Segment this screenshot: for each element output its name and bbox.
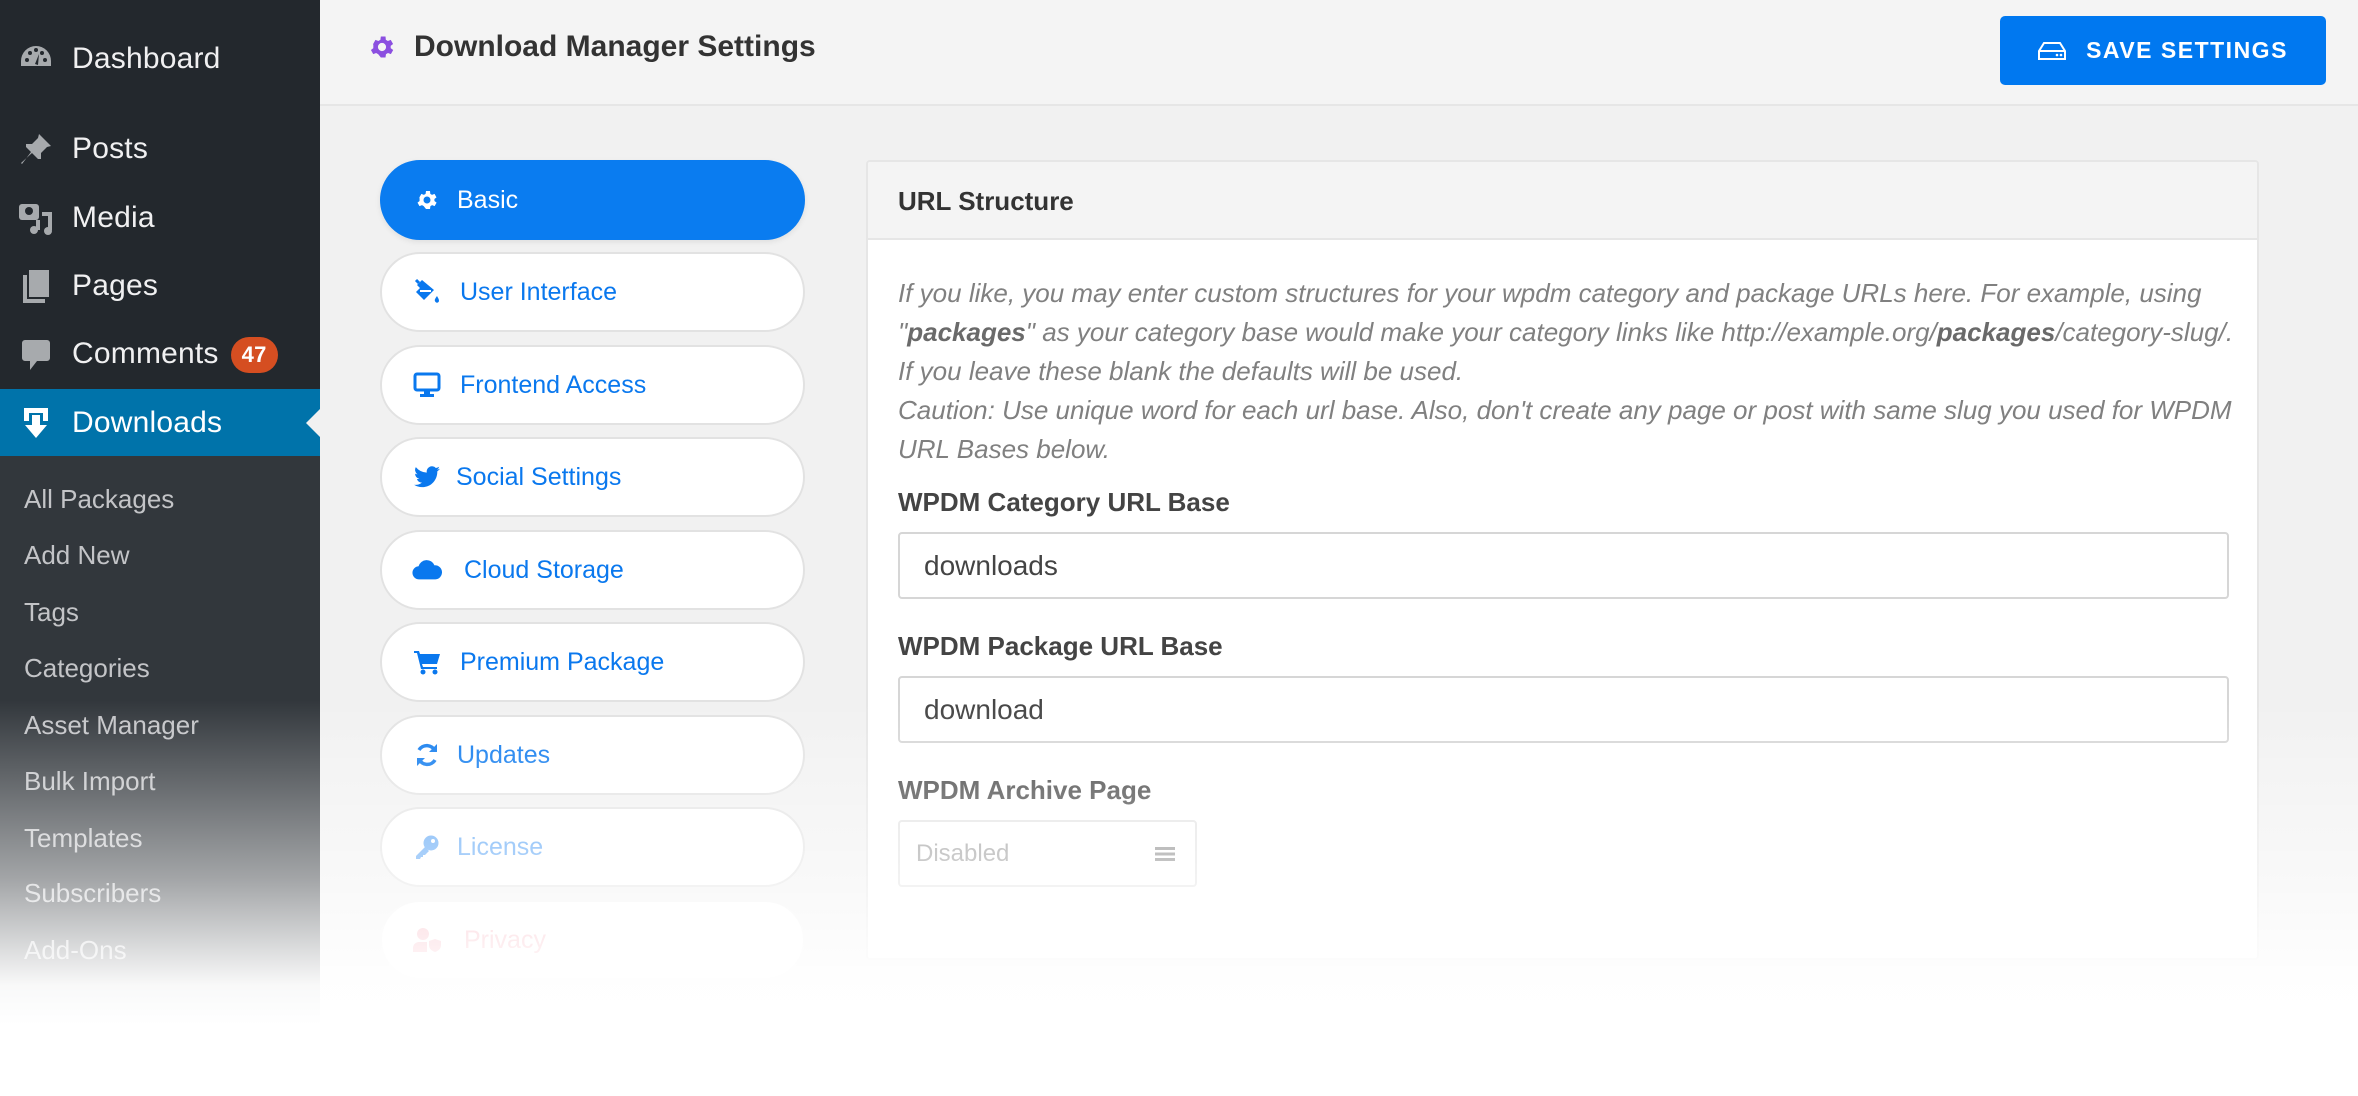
paint-bucket-icon (412, 277, 442, 307)
pin-icon (18, 131, 54, 167)
tab-frontend-access[interactable]: Frontend Access (380, 345, 805, 425)
tab-cloud-storage[interactable]: Cloud Storage (380, 530, 805, 610)
downloads-submenu: All Packages Add New Tags Categories Ass… (0, 456, 320, 1096)
caution-text: Caution: Use unique word for each url ba… (898, 395, 2232, 464)
sync-icon (412, 740, 442, 770)
package-base-label: WPDM Package URL Base (898, 631, 1223, 661)
hard-drive-icon (2038, 41, 2067, 60)
submenu-add-new[interactable]: Add New (24, 540, 130, 571)
menu-label: Downloads (72, 406, 223, 439)
page-title: Download Manager Settings (414, 30, 816, 63)
submenu-templates[interactable]: Templates (24, 823, 143, 854)
menu-item-media[interactable]: Media (0, 184, 320, 252)
menu-item-comments[interactable]: Comments 47 (0, 321, 320, 389)
package-base-input[interactable] (898, 676, 2229, 743)
tab-label: License (457, 832, 544, 861)
admin-sidebar: Dashboard Posts Media Pages Comments 47 D… (0, 0, 320, 1096)
tab-updates[interactable]: Updates (380, 715, 805, 795)
panel-header: URL Structure (868, 162, 2257, 240)
archive-page-label: WPDM Archive Page (898, 775, 1152, 805)
cloud-icon (412, 555, 442, 585)
desktop-icon (412, 370, 442, 400)
submenu-categories[interactable]: Categories (24, 653, 150, 684)
tab-label: Cloud Storage (464, 555, 624, 584)
menu-item-dashboard[interactable]: Dashboard (0, 25, 320, 93)
gear-icon (368, 33, 396, 61)
submenu-subscribers[interactable]: Subscribers (24, 878, 161, 909)
download-icon (18, 405, 54, 441)
menu-item-posts[interactable]: Posts (0, 115, 320, 183)
tab-basic[interactable]: Basic (380, 160, 805, 240)
tab-label: Premium Package (460, 647, 665, 676)
submenu-bulk-import[interactable]: Bulk Import (24, 766, 156, 797)
menu-lines-icon (1155, 846, 1175, 862)
category-base-label: WPDM Category URL Base (898, 487, 1230, 517)
tab-label: Updates (457, 740, 551, 769)
comments-label: Comments (72, 336, 219, 370)
tab-label: Privacy (464, 925, 546, 954)
comment-icon (18, 337, 54, 373)
settings-header: Download Manager Settings SAVE SETTINGS (320, 0, 2358, 106)
menu-label: Pages (72, 269, 159, 302)
tab-social-settings[interactable]: Social Settings (380, 437, 805, 517)
menu-label: Comments 47 (72, 336, 278, 374)
gear-icon (412, 185, 442, 215)
tab-label: Basic (457, 185, 519, 214)
tab-user-interface[interactable]: User Interface (380, 252, 805, 332)
submenu-add-ons[interactable]: Add-Ons (24, 935, 127, 966)
cart-icon (412, 647, 442, 677)
menu-label: Posts (72, 132, 149, 165)
archive-page-select[interactable]: Disabled (898, 820, 1197, 887)
desc-bold: packages (907, 317, 1026, 347)
tab-label: Social Settings (456, 462, 622, 491)
submenu-all-packages[interactable]: All Packages (24, 484, 174, 515)
media-icon (18, 200, 54, 236)
dashboard-icon (18, 41, 54, 77)
tab-premium-package[interactable]: Premium Package (380, 622, 805, 702)
pages-icon (18, 268, 54, 304)
desc-text: " as your category base would make your … (1025, 317, 1937, 347)
comment-count-badge: 47 (230, 337, 278, 374)
menu-label: Dashboard (72, 42, 221, 75)
archive-page-value: Disabled (916, 839, 1010, 867)
panel-title: URL Structure (898, 186, 1074, 216)
tab-license[interactable]: License (380, 807, 805, 887)
save-settings-label: SAVE SETTINGS (2086, 37, 2288, 63)
url-structure-panel: URL Structure If you like, you may enter… (866, 160, 2259, 960)
twitter-icon (412, 462, 442, 492)
key-icon (412, 832, 442, 862)
submenu-tags[interactable]: Tags (24, 597, 79, 628)
save-settings-button[interactable]: SAVE SETTINGS (2000, 16, 2326, 85)
menu-item-downloads[interactable]: Downloads (0, 389, 320, 457)
category-base-input[interactable] (898, 532, 2229, 599)
tab-privacy[interactable]: Privacy (380, 900, 805, 980)
panel-description: If you like, you may enter custom struct… (898, 274, 2238, 469)
main-content: Download Manager Settings SAVE SETTINGS … (320, 0, 2358, 1096)
desc-bold: packages (1936, 317, 2056, 347)
menu-item-pages[interactable]: Pages (0, 252, 320, 320)
tab-label: Frontend Access (460, 370, 647, 399)
menu-label: Media (72, 201, 155, 234)
tab-label: User Interface (460, 277, 618, 306)
submenu-asset-manager[interactable]: Asset Manager (24, 710, 199, 741)
user-shield-icon (412, 925, 442, 955)
